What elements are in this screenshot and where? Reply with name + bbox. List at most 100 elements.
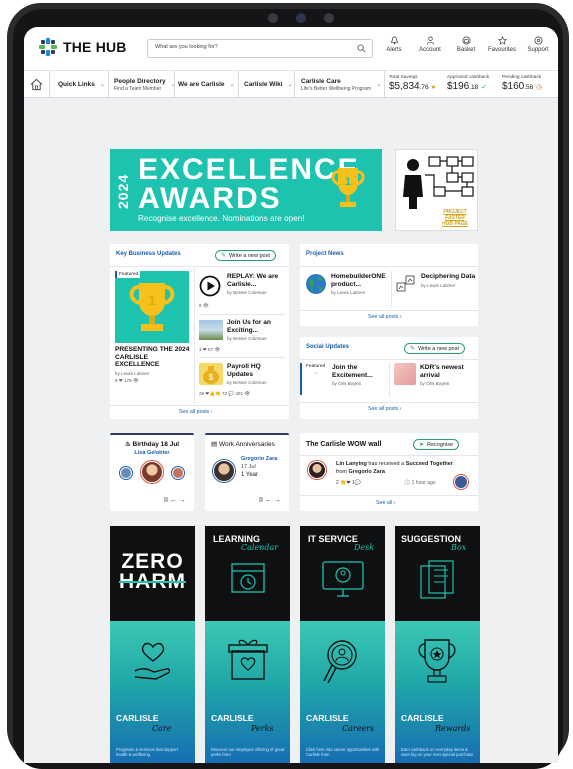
featured-post-image[interactable]: 1 [115, 271, 189, 343]
support-label: Support [527, 47, 549, 53]
wow-from-prefix: from [336, 469, 349, 475]
write-post-label: Write a new post [229, 252, 270, 259]
search-icon[interactable] [357, 44, 366, 53]
post-meta: 28 ❤👍👏 73 💬 401 👁 [199, 391, 251, 396]
birthday-name[interactable]: Lisa Gelobter [110, 450, 194, 456]
list-item[interactable]: $ Payroll HQ Updates by Bessie Coleman 2… [199, 361, 287, 401]
people-directory-sub: Find a Team Member [114, 85, 162, 92]
total-savings[interactable]: Total Savings $5,834.76 ● [389, 75, 436, 92]
carousel-controls[interactable]: II ← → [259, 497, 281, 504]
see-all-posts-link[interactable]: See all posts › [368, 314, 402, 320]
project-diagram-icon [403, 156, 474, 209]
post-thumbnail: $ [199, 363, 223, 385]
avatar[interactable] [213, 460, 235, 482]
data-chart-icon [396, 275, 415, 292]
post-title: Deciphering Data [421, 273, 476, 280]
avatar[interactable] [172, 467, 184, 479]
post-title: Payroll HQ Updates [227, 363, 261, 378]
logo[interactable]: THE HUB [38, 37, 127, 57]
search-input[interactable]: What are you looking for? [147, 39, 373, 58]
approved-cashback[interactable]: Approved cashback $196.18 ✓ [447, 75, 489, 92]
wow-award: Succeed Together [405, 461, 453, 467]
support-button[interactable]: Support [520, 36, 556, 53]
list-item[interactable]: KDR's newest arrival by Otis Boykin [394, 363, 476, 395]
alerts-label: Alerts [386, 47, 402, 53]
carlisle-wiki-label: Carlisle Wiki [244, 81, 283, 88]
avatar[interactable] [141, 461, 163, 483]
pending-cents: .58 [524, 84, 534, 91]
carlisle-rewards-tile[interactable]: CARLISLE Rewards Earn cashback on everyd… [395, 621, 480, 763]
anniversary-name[interactable]: Gregorio Zara [241, 455, 277, 463]
nav-people-directory[interactable]: People Directory Find a Team Member ⌄ [114, 71, 176, 98]
favourites-button[interactable]: Favourites [484, 36, 520, 53]
carlisle-care-sub: Life's Better Wellbeing Program [301, 85, 372, 92]
pending-value: $160 [502, 81, 525, 92]
it-service-desk-tile[interactable]: IT SERVICE Desk [300, 526, 385, 621]
basket-button[interactable]: Basket [448, 36, 484, 53]
home-icon[interactable] [30, 78, 43, 91]
wow-reactions[interactable]: 2 👏❤ 1💬 [336, 480, 361, 486]
basket-label: Basket [456, 47, 476, 53]
nav-divider [238, 71, 239, 98]
post-author: by Bessie Coleman [227, 290, 267, 295]
list-item[interactable]: Join Us for an Exciting... by Bessie Col… [199, 317, 287, 357]
carlisle-perks-tile[interactable]: CARLISLE Perks Discover our employee off… [205, 621, 290, 763]
nav-divider [294, 71, 295, 98]
list-item[interactable]: REPLAY: We are Carlisle... by Bessie Col… [199, 271, 287, 314]
excellence-awards-banner[interactable]: 2024 EXCELLENCE AWARDS Recognise excelle… [110, 149, 382, 231]
nav-quick-links[interactable]: Quick Links ⌄ [58, 71, 105, 98]
pending-cashback[interactable]: Pending cashback $160.58 ◷ [502, 75, 542, 92]
top-bar: THE HUB What are you looking for? Alerts… [24, 27, 558, 71]
globe-icon [306, 274, 326, 294]
camera-bar [257, 10, 345, 26]
wow-recipient[interactable]: Lin Lanying [336, 461, 367, 467]
key-updates-title: Key Business Updates [116, 251, 181, 257]
avatar[interactable] [308, 461, 326, 479]
wow-giver[interactable]: Gregorio Zara [349, 469, 385, 475]
alerts-button[interactable]: Alerts [376, 36, 412, 53]
banner-title-line2: AWARDS [138, 182, 282, 215]
zero-harm-line2: HARM [119, 570, 186, 593]
list-item[interactable]: HomebuilderONE product... by Lewis Latim… [305, 271, 389, 305]
care-heading: CARLISLE [116, 713, 159, 723]
see-all-posts-link[interactable]: See all posts › [368, 406, 402, 412]
calendar-label: Calendar [241, 543, 279, 552]
zero-harm-tile[interactable]: ZERO HARM [110, 526, 195, 621]
anniversary-date: 17 Jul [241, 464, 256, 470]
suggestion-box-tile[interactable]: SUGGESTION Box [395, 526, 480, 621]
money-bag-icon: $ [203, 366, 219, 384]
carlisle-care-tile[interactable]: CARLISLE Care Programs & services that s… [110, 621, 195, 763]
see-all-posts-link[interactable]: See all posts › [179, 409, 213, 415]
see-all-link[interactable]: See all › [376, 500, 395, 506]
coins-icon: ● [431, 84, 436, 91]
learning-calendar-tile[interactable]: LEARNING Calendar [205, 526, 290, 621]
total-savings-value: $5,834 [389, 81, 420, 92]
featured-post[interactable]: PRESENTING THE 2024 CARLISLE EXCELLENCE … [115, 346, 190, 384]
approved-value: $196 [447, 81, 470, 92]
avatar[interactable] [120, 467, 132, 479]
account-button[interactable]: Account [412, 36, 448, 53]
send-icon: ➤ [419, 442, 425, 448]
caption-line2: HUB PAGE [441, 221, 469, 227]
carousel-controls[interactable]: II ← → [164, 497, 186, 504]
list-item[interactable]: Featured ▪▪▪ Join the Excitement... by O… [300, 363, 388, 395]
help-icon [534, 36, 542, 45]
write-post-button[interactable]: ✎ Write a new post [404, 343, 465, 354]
carlisle-careers-tile[interactable]: CARLISLE Careers Click here into career … [300, 621, 385, 763]
it-service-label: IT SERVICE [308, 534, 358, 544]
avatar[interactable] [454, 475, 468, 489]
nav-carlisle-care[interactable]: Carlisle Care Life's Better Wellbeing Pr… [301, 71, 381, 98]
nav-we-are-carlisle[interactable]: We are Carlisle ⌄ [178, 71, 235, 98]
project-faster-promo[interactable]: PROJECT FASTER HUB PAGE [395, 149, 478, 231]
post-title: KDR's newest arrival [420, 364, 464, 379]
recognise-button[interactable]: ➤ Recognise [413, 439, 460, 450]
careers-heading: CARLISLE [306, 713, 349, 723]
write-post-button[interactable]: ✎ Write a new post [215, 250, 276, 261]
gift-icon [228, 639, 268, 680]
basket-icon [462, 36, 470, 45]
search-placeholder: What are you looking for? [155, 44, 218, 50]
nav-carlisle-wiki[interactable]: Carlisle Wiki ⌄ [244, 71, 293, 98]
careers-script: Careers [342, 724, 375, 733]
list-item[interactable]: Deciphering Data by Lewis Latimer [395, 271, 477, 305]
total-savings-cents: .76 [419, 84, 429, 91]
